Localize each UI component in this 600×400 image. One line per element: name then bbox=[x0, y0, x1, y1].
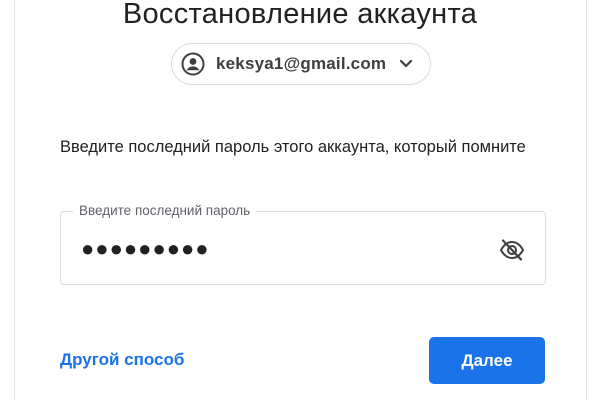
account-circle-icon bbox=[180, 51, 206, 77]
next-button[interactable]: Далее bbox=[429, 337, 545, 384]
eye-off-icon[interactable] bbox=[497, 237, 527, 263]
account-recovery-page: Восстановление аккаунта keksya1@gmail.co… bbox=[0, 0, 600, 400]
other-way-link[interactable]: Другой способ bbox=[60, 349, 184, 371]
page-title: Восстановление аккаунта bbox=[122, 0, 478, 30]
chevron-down-icon bbox=[398, 56, 414, 72]
card-border-left bbox=[14, 0, 15, 400]
card-border-right bbox=[586, 0, 587, 400]
password-field[interactable]: Введите последний пароль ●●●●●●●●● bbox=[60, 202, 546, 285]
password-field-label: Введите последний пароль bbox=[73, 202, 257, 220]
account-chip[interactable]: keksya1@gmail.com bbox=[171, 43, 431, 85]
password-input[interactable]: ●●●●●●●●● bbox=[81, 236, 210, 262]
password-prompt: Введите последний пароль этого аккаунта,… bbox=[60, 138, 526, 156]
account-email: keksya1@gmail.com bbox=[216, 54, 387, 73]
